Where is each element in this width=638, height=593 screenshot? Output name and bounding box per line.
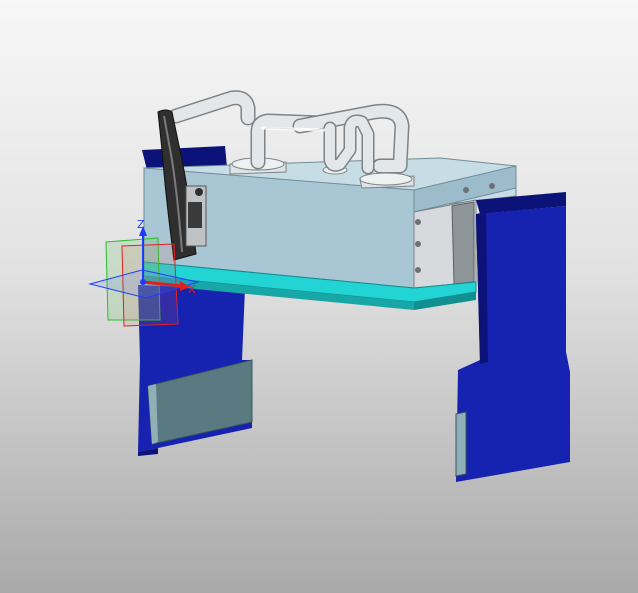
right-block-inner-edge [476,212,488,364]
flange-right-top [359,172,413,186]
screw [415,219,421,225]
gripper-jaw [451,201,475,285]
handle-latch [188,202,202,228]
z-axis-label: Z [137,218,145,231]
model-canvas[interactable]: Z X [0,0,638,593]
right-pad [455,411,467,477]
x-axis-label: X [188,283,196,296]
screw [415,267,421,273]
screw [415,241,421,247]
triad-origin [140,279,146,285]
tube-upper-left [170,91,254,124]
screw [463,187,469,193]
handle-pivot [195,188,203,196]
3d-viewport[interactable]: Z X [0,0,638,593]
screw [489,183,495,189]
tube-highlight [260,126,326,132]
